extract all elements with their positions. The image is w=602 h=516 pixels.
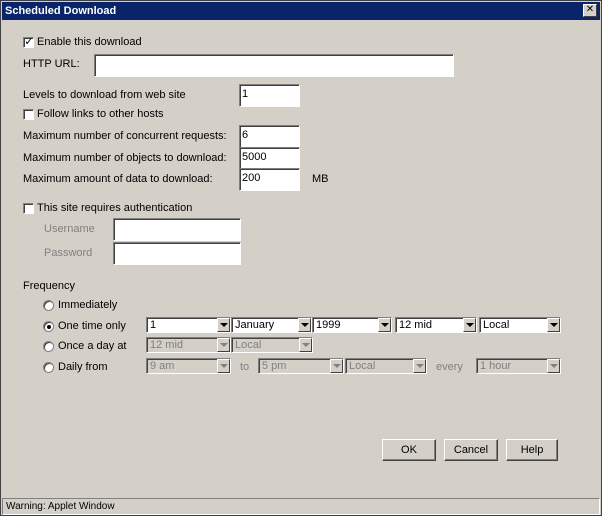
one-time-time-select[interactable]: 12 mid	[395, 317, 477, 333]
dropdown-arrow-icon[interactable]	[463, 318, 476, 332]
daily-from-radio[interactable]	[43, 362, 54, 373]
max-data-input[interactable]: 200	[239, 168, 300, 191]
enable-download-checkbox[interactable]: ✓	[23, 36, 34, 48]
dropdown-arrow-icon[interactable]	[378, 318, 391, 332]
max-data-label: Maximum amount of data to download:	[23, 173, 213, 185]
password-label: Password	[44, 247, 93, 259]
one-time-day-value: 1	[150, 319, 157, 331]
daily-from-label: Daily from	[58, 361, 108, 373]
daily-to-label: to	[240, 361, 250, 373]
dropdown-arrow-icon[interactable]	[298, 318, 311, 332]
immediately-radio[interactable]	[43, 300, 54, 311]
username-label: Username	[44, 223, 95, 235]
follow-links-label: Follow links to other hosts	[37, 108, 164, 120]
frequency-label: Frequency	[23, 280, 75, 292]
dropdown-arrow-icon[interactable]	[217, 318, 230, 332]
close-icon: ✕	[585, 4, 595, 15]
one-time-time-value: 12 mid	[399, 319, 433, 331]
ok-button[interactable]: OK	[382, 439, 436, 461]
cancel-button[interactable]: Cancel	[444, 439, 498, 461]
password-input[interactable]	[113, 242, 241, 265]
http-url-input[interactable]	[94, 54, 454, 77]
one-time-zone-value: Local	[483, 319, 510, 331]
authentication-checkbox[interactable]	[23, 203, 34, 214]
one-time-year-select[interactable]: 1999	[312, 317, 392, 333]
max-objects-label: Maximum number of objects to download:	[23, 152, 227, 164]
one-time-zone-select[interactable]: Local	[479, 317, 561, 333]
dropdown-arrow-icon[interactable]	[330, 359, 343, 373]
dropdown-arrow-icon[interactable]	[413, 359, 426, 373]
username-input[interactable]	[113, 218, 241, 241]
daily-from-end-value: 5 pm	[262, 360, 287, 372]
close-button[interactable]: ✕	[583, 4, 597, 17]
help-button[interactable]: Help	[506, 439, 558, 461]
one-time-only-radio[interactable]	[43, 321, 54, 332]
levels-label: Levels to download from web site	[23, 89, 186, 101]
once-a-day-radio[interactable]	[43, 341, 54, 352]
daily-from-zone-value: Local	[349, 360, 376, 372]
immediately-label: Immediately	[58, 299, 118, 311]
dropdown-arrow-icon[interactable]	[299, 338, 312, 352]
once-a-day-time-select[interactable]: 12 mid	[146, 337, 231, 353]
daily-from-zone-select[interactable]: Local	[345, 358, 427, 374]
one-time-year-value: 1999	[316, 319, 341, 331]
dropdown-arrow-icon[interactable]	[217, 359, 230, 373]
scheduled-download-dialog: Scheduled Download ✕ ✓ Enable this downl…	[0, 0, 602, 516]
once-a-day-zone-select[interactable]: Local	[231, 337, 313, 353]
window-title: Scheduled Download	[5, 5, 117, 17]
once-a-day-label: Once a day at	[58, 340, 127, 352]
daily-every-value: 1 hour	[480, 360, 512, 372]
dropdown-arrow-icon[interactable]	[547, 359, 560, 373]
one-time-day-select[interactable]: 1	[146, 317, 231, 333]
follow-links-checkbox[interactable]	[23, 109, 34, 120]
title-bar: Scheduled Download ✕	[2, 2, 600, 20]
once-a-day-zone-value: Local	[235, 339, 262, 351]
levels-input[interactable]: 1	[239, 84, 300, 107]
daily-from-start-select[interactable]: 9 am	[146, 358, 231, 374]
max-data-unit: MB	[312, 173, 329, 185]
radio-dot-icon	[47, 325, 51, 329]
status-bar: Warning: Applet Window	[2, 498, 600, 515]
dropdown-arrow-icon[interactable]	[547, 318, 560, 332]
one-time-month-select[interactable]: January	[231, 317, 312, 333]
once-a-day-time-value: 12 mid	[150, 339, 184, 351]
daily-every-label: every	[436, 361, 463, 373]
http-url-label: HTTP URL:	[23, 58, 80, 70]
one-time-only-label: One time only	[58, 320, 126, 332]
one-time-month-value: January	[235, 319, 275, 331]
concurrent-requests-label: Maximum number of concurrent requests:	[23, 130, 227, 142]
max-objects-input[interactable]: 5000	[239, 147, 300, 170]
concurrent-requests-input[interactable]: 6	[239, 125, 300, 148]
check-icon: ✓	[24, 36, 34, 48]
enable-download-label: Enable this download	[37, 36, 142, 48]
authentication-label: This site requires authentication	[37, 202, 193, 214]
applet-warning-text: Warning: Applet Window	[6, 501, 115, 512]
dropdown-arrow-icon[interactable]	[217, 338, 230, 352]
daily-from-start-value: 9 am	[150, 360, 175, 372]
daily-every-select[interactable]: 1 hour	[476, 358, 561, 374]
daily-from-end-select[interactable]: 5 pm	[258, 358, 344, 374]
